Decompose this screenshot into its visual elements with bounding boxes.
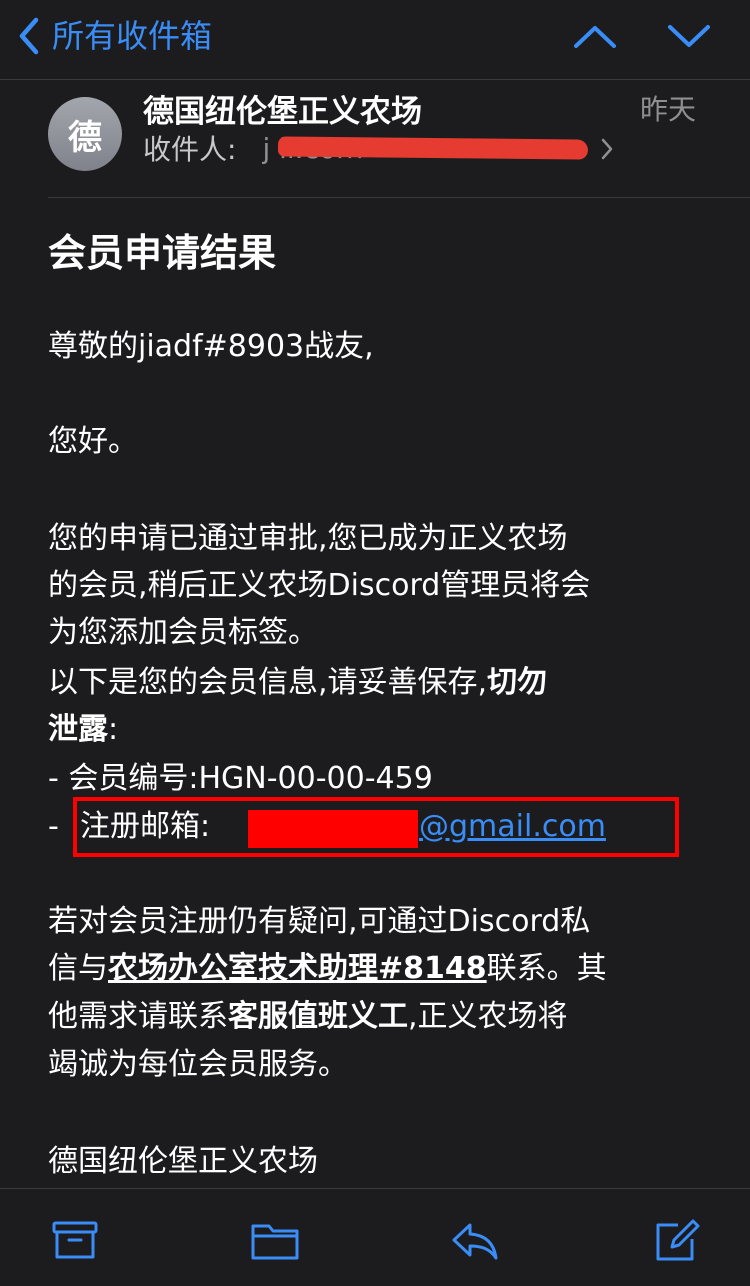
- paragraph-3-line-3: 他需求请联系客服值班义工,正义农场将: [48, 993, 568, 1040]
- archive-button[interactable]: [50, 1217, 100, 1263]
- paragraph-3-line-2-post: 联系。其: [486, 951, 607, 986]
- compose-icon: [656, 1219, 700, 1261]
- paragraph-3-line-2: 信与农场办公室技术助理#8148联系。其: [48, 945, 607, 992]
- previous-message-button[interactable]: [570, 14, 620, 58]
- warning-bold-1: 切勿: [487, 665, 548, 700]
- back-button-label: 所有收件箱: [52, 17, 213, 55]
- navigation-bar: 所有收件箱: [0, 0, 750, 80]
- member-id-line: - 会员编号:HGN-00-00-459: [48, 761, 433, 796]
- next-message-button[interactable]: [664, 14, 714, 58]
- paragraph-3-line-3-pre: 他需求请联系: [48, 999, 228, 1034]
- greeting: 尊敬的jiadf#8903战友,: [48, 329, 374, 364]
- paragraph-3-line-1: 若对会员注册仍有疑问,可通过Discord私: [48, 904, 591, 939]
- compose-button[interactable]: [652, 1217, 702, 1263]
- chevron-left-icon: [19, 17, 39, 55]
- paragraph-2-text: 以下是您的会员信息,请妥善保存,: [48, 665, 488, 700]
- hello-line: 您好。: [48, 424, 138, 459]
- paragraph-1-line-2: 的会员,稍后正义农场Discord管理员将会: [48, 568, 591, 603]
- paragraph-1-line-3: 为您添加会员标签。: [48, 615, 318, 650]
- signature: 德国纽伦堡正义农场: [48, 1144, 318, 1179]
- chevron-up-icon: [574, 26, 616, 48]
- paragraph-3-line-2-pre: 信与: [48, 951, 108, 986]
- paragraph-1-line-1: 您的申请已通过审批,您已成为正义农场: [48, 521, 568, 556]
- header-divider: [48, 197, 750, 198]
- chevron-down-icon: [668, 25, 710, 47]
- highlight-box: [73, 797, 679, 857]
- message-subject: 会员申请结果: [48, 231, 277, 275]
- support-volunteer-bold: 客服值班义工: [228, 999, 408, 1034]
- reply-button[interactable]: [450, 1217, 500, 1263]
- warning-bold-2: 泄露: [48, 712, 108, 747]
- message-date: 昨天: [640, 93, 697, 126]
- message-header: 德 德国纽伦堡正义农场 昨天 收件人: j il.com: [0, 80, 750, 198]
- tech-assistant-link[interactable]: 农场办公室技术助理#8148: [108, 951, 487, 986]
- email-dash: -: [48, 809, 59, 844]
- sender-avatar[interactable]: 德: [48, 97, 122, 171]
- reply-icon: [452, 1223, 498, 1260]
- paragraph-3-line-3-post: ,正义农场将: [408, 999, 568, 1034]
- chevron-right-icon: [601, 138, 613, 160]
- move-to-folder-button[interactable]: [250, 1217, 300, 1263]
- bottom-toolbar: [0, 1188, 750, 1286]
- paragraph-3-line-4: 竭诚为每位会员服务。: [48, 1047, 348, 1082]
- folder-icon: [251, 1224, 299, 1260]
- recipient-label: 收件人:: [143, 133, 237, 166]
- avatar-letter: 德: [68, 117, 102, 158]
- archive-icon: [52, 1221, 98, 1259]
- back-button[interactable]: 所有收件箱: [14, 14, 212, 58]
- colon: :: [108, 712, 119, 747]
- paragraph-2-line-1: 以下是您的会员信息,请妥善保存,切勿: [48, 659, 547, 706]
- recipient-redaction: [277, 136, 589, 160]
- paragraph-2-line-2: 泄露:: [48, 706, 118, 753]
- sender-name[interactable]: 德国纽伦堡正义农场: [143, 86, 422, 131]
